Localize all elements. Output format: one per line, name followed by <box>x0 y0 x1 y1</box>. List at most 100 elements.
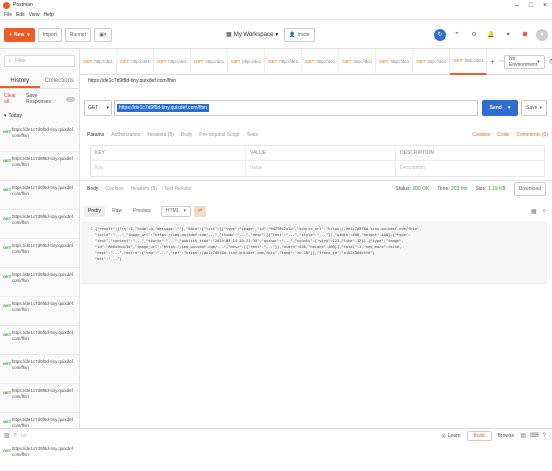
upgrade-icon[interactable]: ⬢ <box>519 29 531 41</box>
sidebar-search[interactable]: ⌕ Filter <box>4 55 75 67</box>
download-button[interactable]: Download <box>513 181 546 196</box>
wrap-icon[interactable]: ⇌ <box>194 205 207 217</box>
request-tab[interactable]: GET http://de1 <box>376 48 414 75</box>
tab-headers[interactable]: Headers (8) <box>147 132 173 138</box>
new-window-button[interactable]: ▣▾ <box>94 27 112 42</box>
import-button[interactable]: Import <box>37 27 62 42</box>
view-raw[interactable]: Raw <box>108 206 126 217</box>
build-button[interactable]: Build <box>466 430 492 441</box>
layout-icon[interactable]: ▤ <box>520 432 526 439</box>
browse-button[interactable]: Browse <box>498 433 515 439</box>
clear-all-link[interactable]: Clear all <box>4 93 22 105</box>
header-value: VALUE <box>246 146 396 160</box>
history-item[interactable]: GET https://de1c7d9f8d-tiny.quixdef.com/f… <box>0 268 79 297</box>
menu-file[interactable]: File <box>4 12 12 18</box>
sync-icon[interactable]: ↻ <box>434 28 447 41</box>
param-key-input[interactable]: Key <box>91 161 246 176</box>
tab-response-body[interactable]: Body <box>87 186 98 192</box>
params-table: KEY VALUE DESCRIPTION Key Value Descript… <box>90 145 545 177</box>
console-icon[interactable]: ▭ <box>21 432 27 439</box>
request-tab[interactable]: GET http://de1 <box>265 48 303 75</box>
learn-button[interactable]: ◎ Learn <box>441 433 460 439</box>
response-body-code[interactable]: 1 {"result":{"rs":1,"code":0,"message":"… <box>82 222 547 284</box>
app-title: Postman <box>13 2 33 8</box>
view-preview[interactable]: Preview <box>129 206 155 217</box>
request-tab[interactable]: GET http://de1 <box>450 48 488 75</box>
request-tab[interactable]: GET http://de1 <box>80 48 118 75</box>
save-responses-toggle[interactable] <box>66 96 75 102</box>
request-tab[interactable]: GET http://de1 <box>302 48 340 75</box>
tab-params[interactable]: Params <box>87 132 104 138</box>
comments-link[interactable]: Comments (0) <box>516 132 548 138</box>
request-tab[interactable]: GET http://de1 <box>191 48 229 75</box>
minimize-icon[interactable]: – <box>510 2 524 9</box>
format-select[interactable]: HTML ▾ <box>160 205 192 217</box>
maximize-icon[interactable]: □ <box>524 2 538 9</box>
menu-edit[interactable]: Edit <box>16 12 25 18</box>
tab-method: GET <box>379 59 389 64</box>
status-readout: Status: 200 OK <box>395 185 430 192</box>
tab-body[interactable]: Body <box>181 132 192 138</box>
url-input[interactable]: https://de1c7d9f8d-tiny.quixdef.com/fhin <box>114 100 478 116</box>
code-link[interactable]: Code <box>497 132 509 138</box>
menu-help[interactable]: Help <box>43 12 53 18</box>
notifications-icon[interactable]: 🔔 <box>485 29 497 41</box>
environment-select[interactable]: No Environment ▾ <box>504 54 545 69</box>
heart-icon[interactable]: ♥ <box>502 29 514 41</box>
request-tab[interactable]: GET http://de1 <box>413 48 451 75</box>
request-tab[interactable]: GET http://de1 <box>117 48 155 75</box>
param-value-input[interactable]: Value <box>246 161 396 176</box>
param-description-input[interactable]: Description <box>396 161 544 176</box>
tab-pre-request-script[interactable]: Pre-request Script <box>199 132 239 138</box>
new-button[interactable]: + New ▾ <box>4 27 35 42</box>
request-tab[interactable]: GET http://de1 <box>228 48 266 75</box>
search-icon[interactable]: ⌕ <box>14 432 17 439</box>
history-item[interactable]: GET https://de1c7d9f8d-tiny.quixdef.com/f… <box>0 355 79 384</box>
history-item[interactable]: GET https://de1c7d9f8d-tiny.quixdef.com/f… <box>0 384 79 413</box>
avatar[interactable]: ● <box>536 28 549 41</box>
send-button[interactable]: Send ▾ <box>482 100 518 116</box>
history-item[interactable]: GET https://de1c7d9f8d-tiny.quixdef.com/f… <box>0 123 79 152</box>
help-icon[interactable]: ? <box>543 433 546 439</box>
tab-collections[interactable]: Collections <box>40 73 80 88</box>
chevron-down-icon: ▾ <box>27 31 30 38</box>
cookies-link[interactable]: Cookies <box>472 132 490 138</box>
request-tab[interactable]: GET http://de1 <box>339 48 377 75</box>
history-item[interactable]: GET https://de1c7d9f8d-tiny.quixdef.com/f… <box>0 210 79 239</box>
history-item[interactable]: GET https://de1c7d9f8d-tiny.quixdef.com/f… <box>0 442 79 471</box>
request-tab-list: GET http://de1 GET http://de1 GET http://de1 G… <box>80 48 488 75</box>
params-header-row: KEY VALUE DESCRIPTION <box>91 146 544 161</box>
view-pretty[interactable]: Pretty <box>84 205 106 217</box>
close-icon[interactable]: × <box>538 2 552 9</box>
history-item[interactable]: GET https://de1c7d9f8d-tiny.quixdef.com/f… <box>0 326 79 355</box>
satellite-icon[interactable]: ⌖ <box>451 29 463 41</box>
tab-response-headers[interactable]: Headers (5) <box>130 186 156 192</box>
settings-icon[interactable]: ⚙ <box>468 29 480 41</box>
history-item[interactable]: GET https://de1c7d9f8d-tiny.quixdef.com/f… <box>0 181 79 210</box>
runner-button[interactable]: Runner <box>64 27 92 42</box>
search-icon[interactable]: ⌕ <box>543 208 546 215</box>
copy-icon[interactable]: ▦ <box>531 208 537 215</box>
history-item[interactable]: GET https://de1c7d9f8d-tiny.quixdef.com/f… <box>0 239 79 268</box>
keyboard-icon[interactable]: ⌨ <box>530 432 539 439</box>
tab-test-results[interactable]: Test Results <box>164 186 191 192</box>
add-tab-icon[interactable]: + <box>490 57 495 66</box>
sidebar-toggle-icon[interactable]: ▥ <box>4 432 10 439</box>
eye-icon[interactable]: 👁 <box>549 58 552 66</box>
response-toolbar: Pretty Raw Preview HTML ▾ ⇌ ▦ ⌕ <box>80 203 552 219</box>
history-item-method: GET <box>3 158 12 163</box>
tab-authorization[interactable]: Authorization <box>111 132 140 138</box>
tab-history[interactable]: History <box>0 73 40 88</box>
history-item-url: https://de1c7d9f8d-tiny.quixdef.com/fhin <box>11 185 75 196</box>
history-group-today[interactable]: ▾ Today <box>0 109 79 123</box>
invite-button[interactable]: 👤 Invite <box>284 27 315 42</box>
history-item[interactable]: GET https://de1c7d9f8d-tiny.quixdef.com/f… <box>0 152 79 181</box>
workspace-switcher[interactable]: ▦ My Workspace ▾ <box>226 31 278 39</box>
save-button[interactable]: Save ▾ <box>521 100 547 116</box>
tab-tests[interactable]: Tests <box>247 132 259 138</box>
method-select[interactable]: GET ▾ <box>84 100 112 116</box>
tab-response-cookies[interactable]: Cookies <box>105 186 123 192</box>
request-tab[interactable]: GET http://de1 <box>154 48 192 75</box>
menu-view[interactable]: View <box>29 12 40 18</box>
history-item[interactable]: GET https://de1c7d9f8d-tiny.quixdef.com/f… <box>0 297 79 326</box>
